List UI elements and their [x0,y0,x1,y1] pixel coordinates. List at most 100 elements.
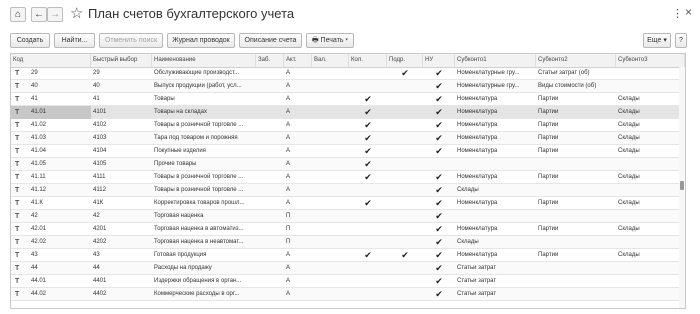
kol-check-cell: ✔ [364,146,372,156]
table-row[interactable]: T 42.01 4201 Торговая наценка в автоматиз..… [11,223,685,236]
subconto3-cell: Склады [618,135,640,141]
nu-check-cell: ✔ [435,276,443,286]
akt-cell: А [286,174,291,180]
podr-check-cell: ✔ [401,250,409,260]
account-type-icon: T [15,213,20,220]
kol-check-cell: ✔ [364,198,372,208]
table-row[interactable]: T 44.01 4401 Издержки обращения в орган... А… [11,275,685,288]
subconto1-cell: Номенклатура [457,174,498,180]
subconto2-cell [536,210,616,223]
name-cell: Покупные изделия [154,148,206,154]
zab-cell [256,158,284,171]
scrollbar-thumb[interactable] [680,181,684,190]
akt-cell: А [286,122,291,128]
find-button[interactable]: Найти... [54,33,95,48]
podr-check-cell [387,262,423,275]
table-row[interactable]: T 42 42 Торговая наценка П ✔ [11,210,685,223]
table-row[interactable]: T 41.12 4112 Товары в розничной торговле ..… [11,184,685,197]
zab-cell [256,132,284,145]
subconto3-cell: Склады [618,122,640,128]
subconto1-cell [455,158,536,171]
code-cell: T 44 [11,262,91,275]
table-row[interactable]: T 41 41 Товары А ✔ ✔ Номенклатура Партии Склады [11,93,685,106]
help-button[interactable]: ? [675,33,687,48]
column-header-kol[interactable]: Кол. [349,54,387,67]
table-row[interactable]: T 41.11 4111 Товары в розничной торговле ..… [11,171,685,184]
subconto1-cell: Статьи затрат [457,278,497,284]
podr-check-cell [387,184,423,197]
vertical-scrollbar[interactable] [679,67,685,308]
nu-check-cell: ✔ [435,81,443,91]
subconto3-cell [616,275,685,288]
val-cell [312,106,349,119]
table-row[interactable]: T 29 29 Обслуживающие производст... А ✔ ✔ Номен… [11,67,685,80]
account-description-button[interactable]: Описание счета [239,33,302,48]
column-header-akt[interactable]: Акт. [284,54,312,67]
quick-select-cell: 4202 [93,239,107,245]
subconto3-cell: Склады [618,252,640,258]
column-header-zab[interactable]: Заб. [256,54,284,67]
subconto3-cell: Склады [618,148,640,154]
table-row[interactable]: T 44 44 Расходы на продажу А ✔ Статьи затрат [11,262,685,275]
column-header-subconto2[interactable]: Субконто2 [536,54,616,67]
quick-select-cell: 4102 [93,122,107,128]
table-row[interactable]: T 43 43 Готовая продукция А ✔ ✔ ✔ Номенклатура Па… [11,249,685,262]
subconto3-cell [616,67,685,80]
quick-select-cell: 41 [93,96,100,102]
table-row[interactable]: T 41.01 4101 Товары на складах А ✔ ✔ Номенклату… [11,106,685,119]
akt-cell: А [286,187,291,193]
table-row[interactable]: T 41.04 4104 Покупные изделия А ✔ ✔ Номенклатур… [11,145,685,158]
subconto2-cell [536,158,616,171]
journal-entries-button[interactable]: Журнал проводок [167,33,235,48]
kol-check-cell: ✔ [364,250,372,260]
more-dropdown-button[interactable]: Еще ▾ [643,33,671,48]
table-row[interactable]: T 41.К 41К Корректировка товаров прошл... А ✔… [11,197,685,210]
name-cell: Коммерческие расходы в орг... [154,291,240,297]
code-cell: T 42.02 [11,236,91,249]
podr-check-cell [387,223,423,236]
column-header-code[interactable]: Код [11,54,91,67]
nu-check-cell: ✔ [435,185,443,195]
subconto3-cell: Склады [618,200,640,206]
home-icon[interactable]: ⌂ [10,7,26,22]
account-type-icon: T [15,70,20,77]
val-cell [312,275,349,288]
subconto3-cell [616,80,685,93]
code-cell: T 44.01 [11,275,91,288]
quick-select-cell: 4111 [93,174,106,180]
code-cell: T 43 [11,249,91,262]
table-row[interactable]: T 40 40 Выпуск продукции (работ, усл... А ✔ Но… [11,80,685,93]
column-header-podr[interactable]: Подр. [387,54,423,67]
account-type-icon: T [15,161,20,168]
table-row[interactable]: T 41.05 4105 Прочие товары А ✔ [11,158,685,171]
subconto1-cell: Номенклатура [457,200,498,206]
column-header-quick-select[interactable]: Быстрый выбор [91,54,152,67]
subconto1-cell: Статьи затрат [457,265,497,271]
column-header-nu[interactable]: НУ [423,54,455,67]
nu-check-cell: ✔ [435,107,443,117]
cancel-search-button[interactable]: Отменить поиск [99,33,163,48]
table-row[interactable]: T 41.03 4103 Тара под товаром и порожняя А ✔ ✔… [11,132,685,145]
column-header-name[interactable]: Наименование [152,54,256,67]
column-header-val[interactable]: Вал. [312,54,349,67]
subconto2-cell [536,184,616,197]
more-vertical-icon[interactable]: ⋮ [672,7,683,20]
kol-check-cell: ✔ [364,133,372,143]
account-code: 41.04 [31,148,47,154]
kol-check-cell [349,67,387,80]
create-button[interactable]: Создать [10,33,50,48]
close-icon[interactable]: × [685,5,692,19]
back-arrow-icon[interactable]: ← [31,7,47,22]
forward-arrow-icon[interactable]: → [47,7,63,22]
column-header-subconto1[interactable]: Субконто1 [455,54,536,67]
print-dropdown-button[interactable]: 🖶 Печать ▾ [306,33,354,48]
table-row[interactable]: T 44.02 4402 Коммерческие расходы в орг... А… [11,288,685,301]
favorite-star-icon[interactable]: ☆ [70,4,83,22]
table-row[interactable]: T 41.02 4102 Товары в розничной торговле ..… [11,119,685,132]
subconto2-cell [536,275,616,288]
table-row[interactable]: T 42.02 4202 Торговая наценка в неавтомат..… [11,236,685,249]
name-cell: Тара под товаром и порожняя [154,135,238,141]
nu-check-cell: ✔ [435,94,443,104]
column-header-subconto3[interactable]: Субконто3 [616,54,685,67]
subconto3-cell: Склады [618,226,640,232]
